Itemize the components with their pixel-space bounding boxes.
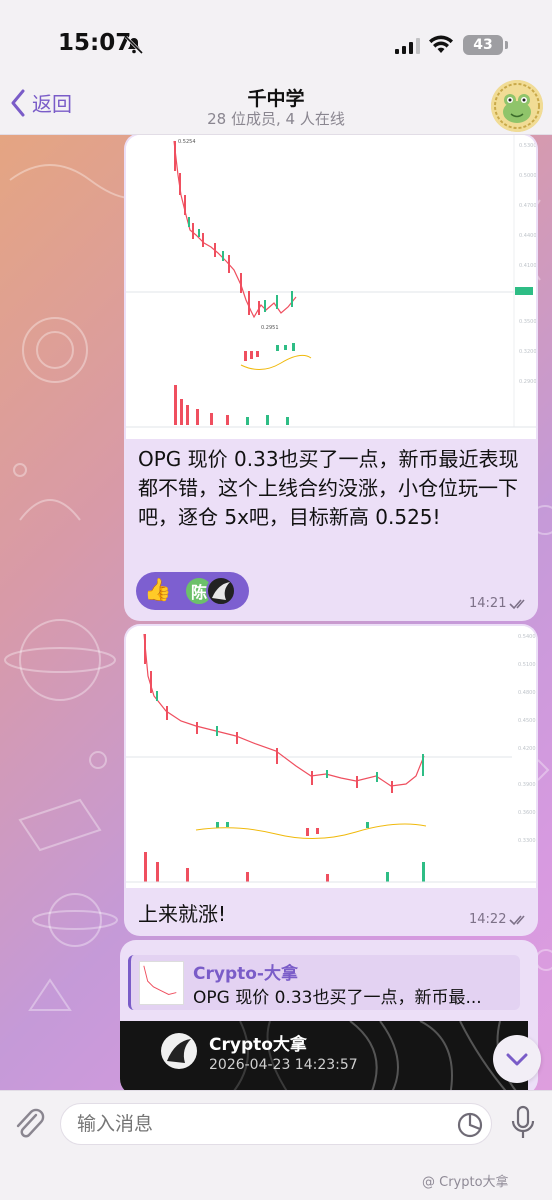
message-bubble-3[interactable]: Crypto-大拿 OPG 现价 0.33也买了一点，新币最... Crypto… bbox=[120, 940, 538, 1095]
watermark: @ Crypto大拿 bbox=[422, 1171, 509, 1190]
battery-tip bbox=[505, 41, 508, 49]
price-chart-image-2[interactable]: 0.5400 0.5100 0.4800 0.4500 0.4200 0.3900 0.… bbox=[126, 626, 536, 888]
chart-high-label: 0.5254 bbox=[178, 139, 196, 145]
message-bubble-2[interactable]: 0.5400 0.5100 0.4800 0.4500 0.4200 0.3900 0.… bbox=[124, 624, 538, 936]
message-meta-1: 14:21 bbox=[469, 596, 529, 611]
reply-quote[interactable]: Crypto-大拿 OPG 现价 0.33也买了一点，新币最... bbox=[128, 955, 520, 1010]
chat-header: 千中学 28 位成员, 4 人在线 返回 bbox=[0, 80, 552, 135]
thumbs-up-reaction-icon[interactable]: 👍 bbox=[144, 577, 171, 605]
svg-text:0.3900: 0.3900 bbox=[518, 782, 536, 788]
back-chevron-icon bbox=[11, 89, 25, 116]
message-time-1: 14:21 bbox=[469, 596, 507, 611]
clock: 15:07 bbox=[58, 30, 132, 56]
frog-avatar-icon bbox=[491, 80, 543, 132]
bell-off-icon bbox=[124, 35, 144, 55]
svg-text:0.5300: 0.5300 bbox=[519, 143, 536, 149]
reaction-avatar bbox=[206, 576, 236, 606]
battery-icon: 43 bbox=[463, 35, 503, 55]
chart-low-label: 0.2951 bbox=[261, 325, 279, 331]
video-preview[interactable]: Crypto大拿 2026-04-23 14:23:57 bbox=[120, 1021, 528, 1095]
double-check-icon bbox=[509, 914, 526, 925]
chevron-down-icon bbox=[506, 1053, 528, 1066]
input-bar: @ Crypto大拿 bbox=[0, 1090, 552, 1200]
svg-text:0.4100: 0.4100 bbox=[519, 263, 536, 269]
svg-text:0.5000: 0.5000 bbox=[519, 173, 536, 179]
message-time-2: 14:22 bbox=[469, 912, 507, 927]
svg-text:0.3300: 0.3300 bbox=[518, 838, 536, 844]
reaction-bar[interactable]: 👍 陈 bbox=[136, 572, 249, 610]
signal-icon bbox=[395, 38, 420, 54]
svg-text:0.4700: 0.4700 bbox=[519, 203, 536, 209]
wifi-icon bbox=[429, 35, 453, 53]
video-author-name: Crypto大拿 bbox=[209, 1035, 307, 1055]
message-input[interactable] bbox=[60, 1103, 492, 1145]
message-text-2: 上来就涨! bbox=[138, 902, 227, 926]
back-button[interactable]: 返回 bbox=[10, 88, 72, 117]
message-meta-2: 14:22 bbox=[469, 912, 529, 927]
chat-subtitle: 28 位成员, 4 人在线 bbox=[207, 110, 345, 128]
svg-text:0.3200: 0.3200 bbox=[519, 349, 536, 355]
svg-text:0.5100: 0.5100 bbox=[518, 662, 536, 668]
back-label: 返回 bbox=[32, 92, 72, 116]
video-author-avatar bbox=[161, 1033, 197, 1069]
watermark-text: @ Crypto大拿 bbox=[422, 1175, 509, 1190]
svg-text:0.4400: 0.4400 bbox=[519, 233, 536, 239]
double-check-icon bbox=[509, 598, 526, 609]
svg-text:0.2900: 0.2900 bbox=[519, 379, 536, 385]
quote-thumbnail bbox=[139, 961, 184, 1005]
message-text-1: OPG 现价 0.33也买了一点，新币最近表现都不错，这个上线合约没涨，小仓位玩… bbox=[138, 447, 519, 529]
quote-text: OPG 现价 0.33也买了一点，新币最... bbox=[193, 988, 482, 1008]
mic-icon[interactable] bbox=[510, 1105, 536, 1143]
video-date: 2026-04-23 14:23:57 bbox=[209, 1057, 358, 1073]
price-chart-image[interactable]: 0.5300 0.5000 0.4700 0.4400 0.4100 0.3500 0.… bbox=[126, 135, 536, 439]
svg-text:0.3500: 0.3500 bbox=[519, 319, 536, 325]
svg-text:0.4800: 0.4800 bbox=[518, 690, 536, 696]
scroll-to-bottom-button[interactable] bbox=[493, 1035, 541, 1083]
sticker-icon[interactable] bbox=[456, 1111, 484, 1139]
svg-text:0.5400: 0.5400 bbox=[518, 634, 536, 640]
status-bar: 15:07 43 bbox=[0, 0, 552, 80]
quote-author: Crypto-大拿 bbox=[193, 964, 298, 984]
svg-text:0.4500: 0.4500 bbox=[518, 718, 536, 724]
svg-text:0.3600: 0.3600 bbox=[518, 810, 536, 816]
chat-title[interactable]: 千中学 bbox=[0, 84, 552, 111]
message-bubble-1[interactable]: 0.5300 0.5000 0.4700 0.4400 0.4100 0.3500 0.… bbox=[124, 133, 538, 621]
attach-icon[interactable] bbox=[12, 1105, 46, 1143]
svg-text:0.4200: 0.4200 bbox=[518, 746, 536, 752]
group-avatar[interactable] bbox=[491, 80, 543, 132]
